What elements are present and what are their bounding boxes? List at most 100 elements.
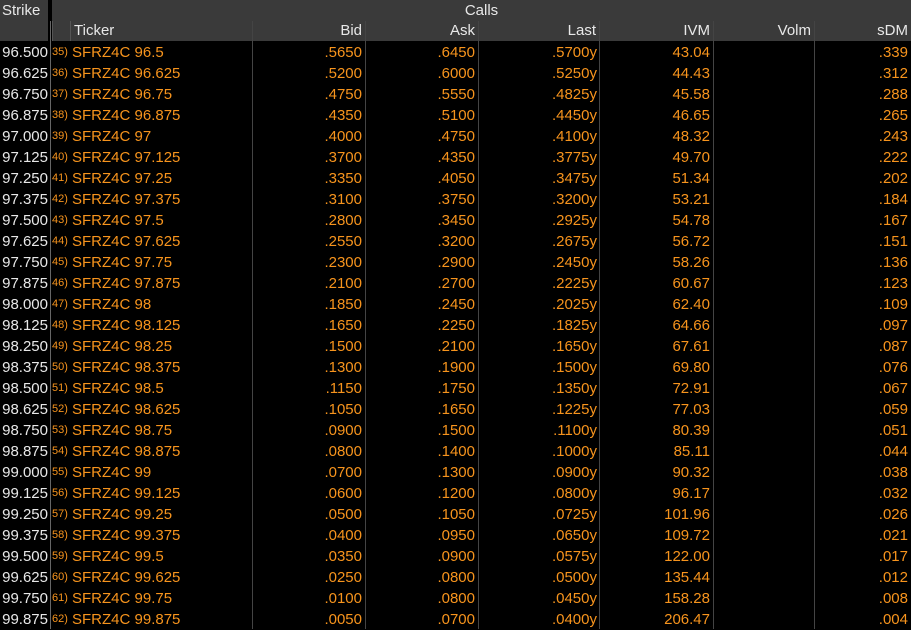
ticker-cell[interactable]: SFRZ4C 98.5 xyxy=(72,378,250,399)
sdm-cell[interactable]: .136 xyxy=(814,252,911,273)
ivm-cell[interactable]: 206.47 xyxy=(599,609,713,630)
sdm-cell[interactable]: .184 xyxy=(814,189,911,210)
ticker-cell[interactable]: SFRZ4C 99.625 xyxy=(72,567,250,588)
ask-cell[interactable]: .3750 xyxy=(365,189,478,210)
table-row[interactable]: 98.625 52) SFRZ4C 98.625.1050.1650.1225y 77… xyxy=(0,399,911,420)
table-row[interactable]: 96.875 38) SFRZ4C 96.875.4350.5100.4450y 46… xyxy=(0,105,911,126)
ticker-cell[interactable]: SFRZ4C 97.375 xyxy=(72,189,250,210)
row-index[interactable]: 42) xyxy=(52,189,70,210)
volm-cell[interactable] xyxy=(713,336,814,357)
ivm-cell[interactable]: 85.11 xyxy=(599,441,713,462)
ivm-cell[interactable]: 48.32 xyxy=(599,126,713,147)
volm-cell[interactable] xyxy=(713,294,814,315)
bid-cell[interactable]: .0400 xyxy=(252,525,365,546)
sdm-cell[interactable]: .151 xyxy=(814,231,911,252)
ivm-cell[interactable]: 67.61 xyxy=(599,336,713,357)
ticker-cell[interactable]: SFRZ4C 98.25 xyxy=(72,336,250,357)
sdm-cell[interactable]: .167 xyxy=(814,210,911,231)
table-row[interactable]: 99.250 57) SFRZ4C 99.25.0500.1050.0725y 101… xyxy=(0,504,911,525)
ticker-cell[interactable]: SFRZ4C 99.125 xyxy=(72,483,250,504)
ivm-cell[interactable]: 56.72 xyxy=(599,231,713,252)
strike-cell[interactable]: 98.875 xyxy=(0,441,48,462)
table-row[interactable]: 96.625 36) SFRZ4C 96.625.5200.6000.5250y 44… xyxy=(0,63,911,84)
volm-cell[interactable] xyxy=(713,63,814,84)
last-cell[interactable]: .0650y xyxy=(478,525,599,546)
ask-cell[interactable]: .2100 xyxy=(365,336,478,357)
bid-cell[interactable]: .0800 xyxy=(252,441,365,462)
ask-cell[interactable]: .0700 xyxy=(365,609,478,630)
volm-cell[interactable] xyxy=(713,84,814,105)
ask-cell[interactable]: .2700 xyxy=(365,273,478,294)
bid-cell[interactable]: .5650 xyxy=(252,42,365,63)
sdm-cell[interactable]: .021 xyxy=(814,525,911,546)
bid-cell[interactable]: .1850 xyxy=(252,294,365,315)
last-cell[interactable]: .1225y xyxy=(478,399,599,420)
ticker-cell[interactable]: SFRZ4C 96.75 xyxy=(72,84,250,105)
row-index[interactable]: 35) xyxy=(52,42,70,63)
last-cell[interactable]: .2025y xyxy=(478,294,599,315)
table-row[interactable]: 98.125 48) SFRZ4C 98.125.1650.2250.1825y 64… xyxy=(0,315,911,336)
strike-cell[interactable]: 98.125 xyxy=(0,315,48,336)
strike-cell[interactable]: 98.000 xyxy=(0,294,48,315)
last-cell[interactable]: .0500y xyxy=(478,567,599,588)
ivm-cell[interactable]: 101.96 xyxy=(599,504,713,525)
ivm-cell[interactable]: 43.04 xyxy=(599,42,713,63)
strike-cell[interactable]: 97.500 xyxy=(0,210,48,231)
last-cell[interactable]: .2450y xyxy=(478,252,599,273)
sdm-cell[interactable]: .109 xyxy=(814,294,911,315)
row-index[interactable]: 58) xyxy=(52,525,70,546)
ivm-cell[interactable]: 96.17 xyxy=(599,483,713,504)
volm-cell[interactable] xyxy=(713,147,814,168)
last-cell[interactable]: .2675y xyxy=(478,231,599,252)
strike-cell[interactable]: 97.750 xyxy=(0,252,48,273)
strike-cell[interactable]: 98.500 xyxy=(0,378,48,399)
ivm-cell[interactable]: 62.40 xyxy=(599,294,713,315)
ticker-cell[interactable]: SFRZ4C 99.25 xyxy=(72,504,250,525)
ticker-cell[interactable]: SFRZ4C 96.875 xyxy=(72,105,250,126)
ivm-cell[interactable]: 77.03 xyxy=(599,399,713,420)
ticker-cell[interactable]: SFRZ4C 99.375 xyxy=(72,525,250,546)
bid-cell[interactable]: .0500 xyxy=(252,504,365,525)
bid-cell[interactable]: .5200 xyxy=(252,63,365,84)
row-index[interactable]: 61) xyxy=(52,588,70,609)
bid-cell[interactable]: .3100 xyxy=(252,189,365,210)
ivm-cell[interactable]: 44.43 xyxy=(599,63,713,84)
table-row[interactable]: 96.500 35) SFRZ4C 96.5.5650.6450.5700y 43.0… xyxy=(0,42,911,63)
sdm-cell[interactable]: .312 xyxy=(814,63,911,84)
sdm-cell[interactable]: .017 xyxy=(814,546,911,567)
ivm-cell[interactable]: 49.70 xyxy=(599,147,713,168)
ivm-cell[interactable]: 46.65 xyxy=(599,105,713,126)
ticker-cell[interactable]: SFRZ4C 97.25 xyxy=(72,168,250,189)
strike-cell[interactable]: 99.500 xyxy=(0,546,48,567)
sdm-cell[interactable]: .076 xyxy=(814,357,911,378)
last-cell[interactable]: .0725y xyxy=(478,504,599,525)
last-column-header[interactable]: Last xyxy=(478,21,599,41)
row-index[interactable]: 52) xyxy=(52,399,70,420)
ticker-cell[interactable]: SFRZ4C 98.625 xyxy=(72,399,250,420)
volm-cell[interactable] xyxy=(713,126,814,147)
ivm-cell[interactable]: 64.66 xyxy=(599,315,713,336)
last-cell[interactable]: .0900y xyxy=(478,462,599,483)
table-row[interactable]: 99.500 59) SFRZ4C 99.5.0350.0900.0575y 122.… xyxy=(0,546,911,567)
volm-cell[interactable] xyxy=(713,588,814,609)
table-row[interactable]: 98.000 47) SFRZ4C 98.1850.2450.2025y 62.40.… xyxy=(0,294,911,315)
volm-cell[interactable] xyxy=(713,546,814,567)
volm-column-header[interactable]: Volm xyxy=(713,21,814,41)
ivm-column-header[interactable]: IVM xyxy=(599,21,713,41)
row-index[interactable]: 36) xyxy=(52,63,70,84)
strike-cell[interactable]: 99.250 xyxy=(0,504,48,525)
ivm-cell[interactable]: 135.44 xyxy=(599,567,713,588)
ticker-column-header[interactable]: Ticker xyxy=(70,21,252,41)
volm-cell[interactable] xyxy=(713,42,814,63)
row-index[interactable]: 62) xyxy=(52,609,70,630)
row-index[interactable]: 56) xyxy=(52,483,70,504)
sdm-cell[interactable]: .012 xyxy=(814,567,911,588)
strike-cell[interactable]: 97.875 xyxy=(0,273,48,294)
table-row[interactable]: 97.875 46) SFRZ4C 97.875.2100.2700.2225y 60… xyxy=(0,273,911,294)
ticker-cell[interactable]: SFRZ4C 97.125 xyxy=(72,147,250,168)
ask-cell[interactable]: .6450 xyxy=(365,42,478,63)
last-cell[interactable]: .1500y xyxy=(478,357,599,378)
table-row[interactable]: 98.375 50) SFRZ4C 98.375.1300.1900.1500y 69… xyxy=(0,357,911,378)
ask-cell[interactable]: .0900 xyxy=(365,546,478,567)
volm-cell[interactable] xyxy=(713,357,814,378)
